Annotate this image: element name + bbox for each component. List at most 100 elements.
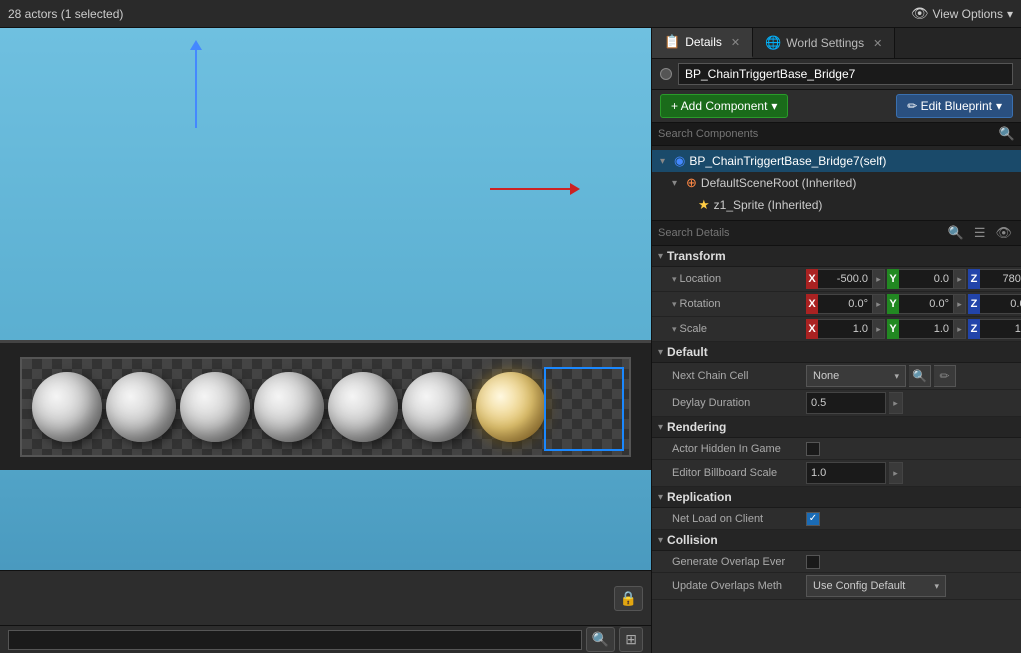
search-components-input[interactable] [658,128,999,140]
rotation-x-label: X [806,294,818,314]
rotation-y-field: Y 0.0° ▸ [887,294,966,314]
rotation-y-arrow[interactable]: ▸ [954,294,966,314]
prop-row-actor-hidden: Actor Hidden In Game [652,438,1021,460]
sphere-1[interactable] [32,372,102,442]
location-z-input[interactable]: 780.0 [980,269,1021,289]
location-label: ▾ Location [672,273,802,285]
search-details-bar: 🔍 ☰ 👁 [652,221,1021,246]
edit-blueprint-button[interactable]: ✏ Edit Blueprint ▾ [896,94,1013,118]
tab-details-close[interactable]: ✕ [731,36,740,49]
next-chain-cell-value: None ▾ 🔍 ✏ [806,365,1013,387]
section-header-replication[interactable]: ▾ Replication [652,487,1021,508]
rendering-title: Rendering [667,420,726,434]
rotation-y-label: Y [887,294,899,314]
next-chain-cell-label-text: Next Chain Cell [672,370,748,382]
next-chain-cell-edit-btn[interactable]: ✏ [934,365,956,387]
section-header-rendering[interactable]: ▾ Rendering [652,417,1021,438]
delay-duration-label: Deylay Duration [672,397,802,409]
scale-y-field: Y 1.0 ▸ [887,319,966,339]
lock-button[interactable]: 🔒 [614,586,643,611]
tree-expand-scene-root: ▾ [672,178,682,189]
tab-world-settings-close[interactable]: ✕ [873,37,882,50]
generate-overlap-checkbox[interactable] [806,555,820,569]
search-details-input[interactable] [658,227,941,239]
action-buttons: + Add Component ▾ ✏ Edit Blueprint ▾ [652,90,1021,123]
rotation-y-input[interactable]: 0.0° [899,294,954,314]
scale-y-arrow[interactable]: ▸ [954,319,966,339]
actor-name-input[interactable] [678,63,1013,85]
scale-y-label: Y [887,319,899,339]
filter-icon[interactable]: ☰ [971,224,989,242]
update-overlaps-select-text: Use Config Default [813,580,905,592]
delay-duration-input[interactable]: 0.5 [806,392,886,414]
location-x-field: X -500.0 ▸ [806,269,885,289]
collision-title: Collision [667,533,718,547]
platform-area [0,340,651,470]
scale-x-input[interactable]: 1.0 [818,319,873,339]
grid-icon-button[interactable]: ⊞ [619,627,643,652]
actor-hidden-checkbox[interactable] [806,442,820,456]
delay-duration-arrow[interactable]: ▸ [889,392,903,414]
scale-label-text: Scale [680,323,708,335]
sphere-5[interactable] [328,372,398,442]
scale-z-input[interactable]: 1.0 [980,319,1021,339]
actor-hidden-value [806,442,1013,456]
sphere-2[interactable] [106,372,176,442]
details-tab-icon: 📋 [664,34,680,50]
view-options-chevron: ▾ [1007,7,1013,21]
scale-x-label: X [806,319,818,339]
location-y-field: Y 0.0 ▸ [887,269,966,289]
viewport-bottom-right: 🔒 [614,586,643,611]
tree-item-scene-root[interactable]: ▾ ⊕ DefaultSceneRoot (Inherited) [652,172,1021,194]
update-overlaps-select[interactable]: Use Config Default ▾ [806,575,946,597]
sphere-7-selected[interactable] [476,372,546,442]
section-header-transform[interactable]: ▾ Transform [652,246,1021,267]
section-header-collision[interactable]: ▾ Collision [652,530,1021,551]
tree-item-sprite[interactable]: ★ z1_Sprite (Inherited) [652,194,1021,216]
rotation-x-arrow[interactable]: ▸ [873,294,885,314]
bottom-search-input[interactable] [8,630,582,650]
scale-y-input[interactable]: 1.0 [899,319,954,339]
billboard-scale-label: Editor Billboard Scale [672,467,802,479]
rotation-z-input[interactable]: 0.0° [980,294,1021,314]
net-load-checkbox[interactable] [806,512,820,526]
prop-row-scale: ▾ Scale X 1.0 ▸ Y 1.0 ▸ [652,317,1021,342]
replication-chevron: ▾ [658,492,663,503]
billboard-scale-arrow[interactable]: ▸ [889,462,903,484]
tab-details[interactable]: 📋 Details ✕ [652,28,753,58]
rotation-x-input[interactable]: 0.0° [818,294,873,314]
sphere-3[interactable] [180,372,250,442]
add-component-button[interactable]: + Add Component ▾ [660,94,788,118]
tree-item-self[interactable]: ▾ ◉ BP_ChainTriggertBase_Bridge7(self) [652,150,1021,172]
add-component-chevron: ▾ [771,99,777,113]
next-chain-cell-dropdown[interactable]: None ▾ [806,365,906,387]
location-y-input[interactable]: 0.0 [899,269,954,289]
default-chevron: ▾ [658,347,663,358]
view-options-button[interactable]: 👁 View Options ▾ [911,5,1013,22]
sphere-4[interactable] [254,372,324,442]
search-details-icon[interactable]: 🔍 [945,224,967,242]
location-x-arrow[interactable]: ▸ [873,269,885,289]
eye-details-icon[interactable]: 👁 [992,224,1015,242]
sphere-6[interactable] [402,372,472,442]
viewport-scene[interactable] [0,28,651,570]
location-y-arrow[interactable]: ▸ [954,269,966,289]
top-bar: 28 actors (1 selected) 👁 View Options ▾ [0,0,1021,28]
next-chain-cell-search-btn[interactable]: 🔍 [909,365,931,387]
billboard-scale-input[interactable]: 1.0 [806,462,886,484]
location-x-input[interactable]: -500.0 [818,269,873,289]
search-bottom-icon[interactable]: 🔍 [586,627,615,652]
platform-inner [20,357,631,457]
scale-x-arrow[interactable]: ▸ [873,319,885,339]
section-header-default[interactable]: ▾ Default [652,342,1021,363]
rotation-xyz: X 0.0° ▸ Y 0.0° ▸ Z 0.0° ▸ [806,294,1021,314]
prop-row-delay-duration: Deylay Duration 0.5 ▸ [652,390,1021,417]
rendering-chevron: ▾ [658,422,663,433]
rotation-z-field: Z 0.0° ▸ [968,294,1021,314]
eye-icon: 👁 [911,5,929,22]
tab-details-label: Details [685,35,722,49]
location-label-text: Location [680,273,722,285]
scale-z-field: Z 1.0 ▸ [968,319,1021,339]
tab-world-settings[interactable]: 🌐 World Settings ✕ [753,28,895,58]
net-load-label-text: Net Load on Client [672,513,763,525]
